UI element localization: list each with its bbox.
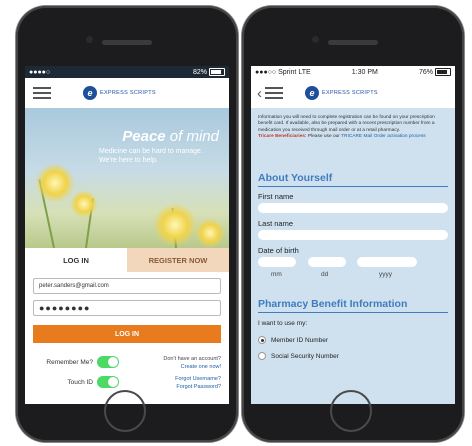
email-field[interactable]: peter.sanders@gmail.com <box>33 278 221 294</box>
carrier-signal: ●●●○○ Sprint LTE <box>255 68 311 76</box>
dob-month-field[interactable] <box>258 257 296 267</box>
hero-banner: Peace of mind Medicine can be hard to ma… <box>25 108 229 249</box>
first-name-field[interactable] <box>258 203 448 213</box>
use-my-label: I want to use my: <box>258 320 308 327</box>
dob-year-field[interactable] <box>357 257 417 267</box>
account-links: Don't have an account? Create one now! <box>163 356 221 371</box>
create-account-link[interactable]: Create one now! <box>163 364 221 372</box>
hero-subtitle: Medicine can be hard to manage. We're he… <box>99 148 203 164</box>
clock: 1:30 PM <box>351 68 378 76</box>
last-name-field[interactable] <box>258 230 448 240</box>
remember-me-row: Remember Me? <box>25 354 125 370</box>
login-button[interactable]: LOG IN <box>33 325 221 343</box>
remember-me-label: Remember Me? <box>46 358 93 366</box>
status-bar: ●●●○○ Sprint LTE 1:30 PM 76% <box>251 66 455 78</box>
flower-image <box>35 163 75 203</box>
touch-id-label: Touch ID <box>67 378 93 386</box>
signal-indicator: ●●●●○ <box>29 68 51 76</box>
login-screen: ●●●●○ 82% e EXPRESS SCRIPTS Peace of min… <box>25 66 229 404</box>
forgot-links: Forgot Username? Forgot Password? <box>175 376 221 391</box>
touch-id-toggle[interactable] <box>97 376 119 388</box>
dob-year-hint: yyyy <box>379 271 392 278</box>
tab-register[interactable]: REGISTER NOW <box>127 248 229 272</box>
home-button[interactable] <box>104 390 146 432</box>
back-chevron-icon[interactable]: ‹ <box>257 86 262 101</box>
tab-login[interactable]: LOG IN <box>25 248 127 272</box>
radio-ssn[interactable]: Social Security Number <box>258 352 339 360</box>
tricare-label: Tricare Beneficiaries: <box>258 134 307 140</box>
battery-percent: 76% <box>418 68 433 76</box>
flower-image <box>195 218 225 248</box>
menu-icon[interactable] <box>265 84 283 102</box>
hero-title: Peace of mind <box>122 128 219 145</box>
app-header: ‹ e EXPRESS SCRIPTS <box>251 78 455 109</box>
speaker <box>328 40 378 45</box>
registration-screen: ●●●○○ Sprint LTE 1:30 PM 76% ‹ e EXPRESS… <box>251 66 455 404</box>
app-header: e EXPRESS SCRIPTS <box>25 78 229 109</box>
phone-left: ●●●●○ 82% e EXPRESS SCRIPTS Peace of min… <box>16 6 238 442</box>
last-name-label: Last name <box>258 219 294 228</box>
forgot-username-link[interactable]: Forgot Username? <box>175 376 221 384</box>
radio-unselected-icon <box>258 352 266 360</box>
registration-form: Information you will need to complete re… <box>251 108 455 404</box>
logo: e EXPRESS SCRIPTS <box>83 86 156 100</box>
touch-id-row: Touch ID <box>25 374 125 390</box>
menu-icon[interactable] <box>33 84 51 102</box>
speaker <box>102 40 152 45</box>
dob-day-field[interactable] <box>308 257 346 267</box>
flower-image <box>153 203 197 247</box>
login-form: peter.sanders@gmail.com ●●●●●●●● LOG IN … <box>25 272 229 404</box>
camera <box>86 36 93 43</box>
dob-month-hint: mm <box>271 271 282 278</box>
flower-image <box>70 190 98 218</box>
radio-member-id[interactable]: Member ID Number <box>258 336 328 344</box>
dob-day-hint: dd <box>321 271 329 278</box>
brand-name: EXPRESS SCRIPTS <box>100 90 156 96</box>
auth-tabs: LOG IN REGISTER NOW <box>25 248 229 272</box>
intro-text: Information you will need to complete re… <box>258 115 435 140</box>
home-button[interactable] <box>330 390 372 432</box>
express-scripts-logo-icon: e <box>83 86 97 100</box>
battery-icon <box>209 68 225 76</box>
status-bar: ●●●●○ 82% <box>25 66 229 78</box>
remember-me-toggle[interactable] <box>97 356 119 368</box>
no-account-text: Don't have an account? <box>163 356 221 362</box>
about-yourself-heading: About Yourself <box>258 172 448 187</box>
pharmacy-benefit-heading: Pharmacy Benefit Information <box>258 298 448 313</box>
forgot-password-link[interactable]: Forgot Password? <box>175 384 221 392</box>
radio-selected-icon <box>258 336 266 344</box>
battery-icon <box>435 68 451 76</box>
password-field[interactable]: ●●●●●●●● <box>33 300 221 316</box>
logo: e EXPRESS SCRIPTS <box>305 86 378 100</box>
dob-label: Date of birth <box>258 246 299 255</box>
camera <box>312 36 319 43</box>
brand-name: EXPRESS SCRIPTS <box>322 90 378 96</box>
first-name-label: First name <box>258 192 294 201</box>
tricare-link[interactable]: TRICARE Mail Order activation process <box>341 134 426 139</box>
express-scripts-logo-icon: e <box>305 86 319 100</box>
phone-right: ●●●○○ Sprint LTE 1:30 PM 76% ‹ e EXPRESS… <box>242 6 464 442</box>
battery-percent: 82% <box>192 68 207 76</box>
